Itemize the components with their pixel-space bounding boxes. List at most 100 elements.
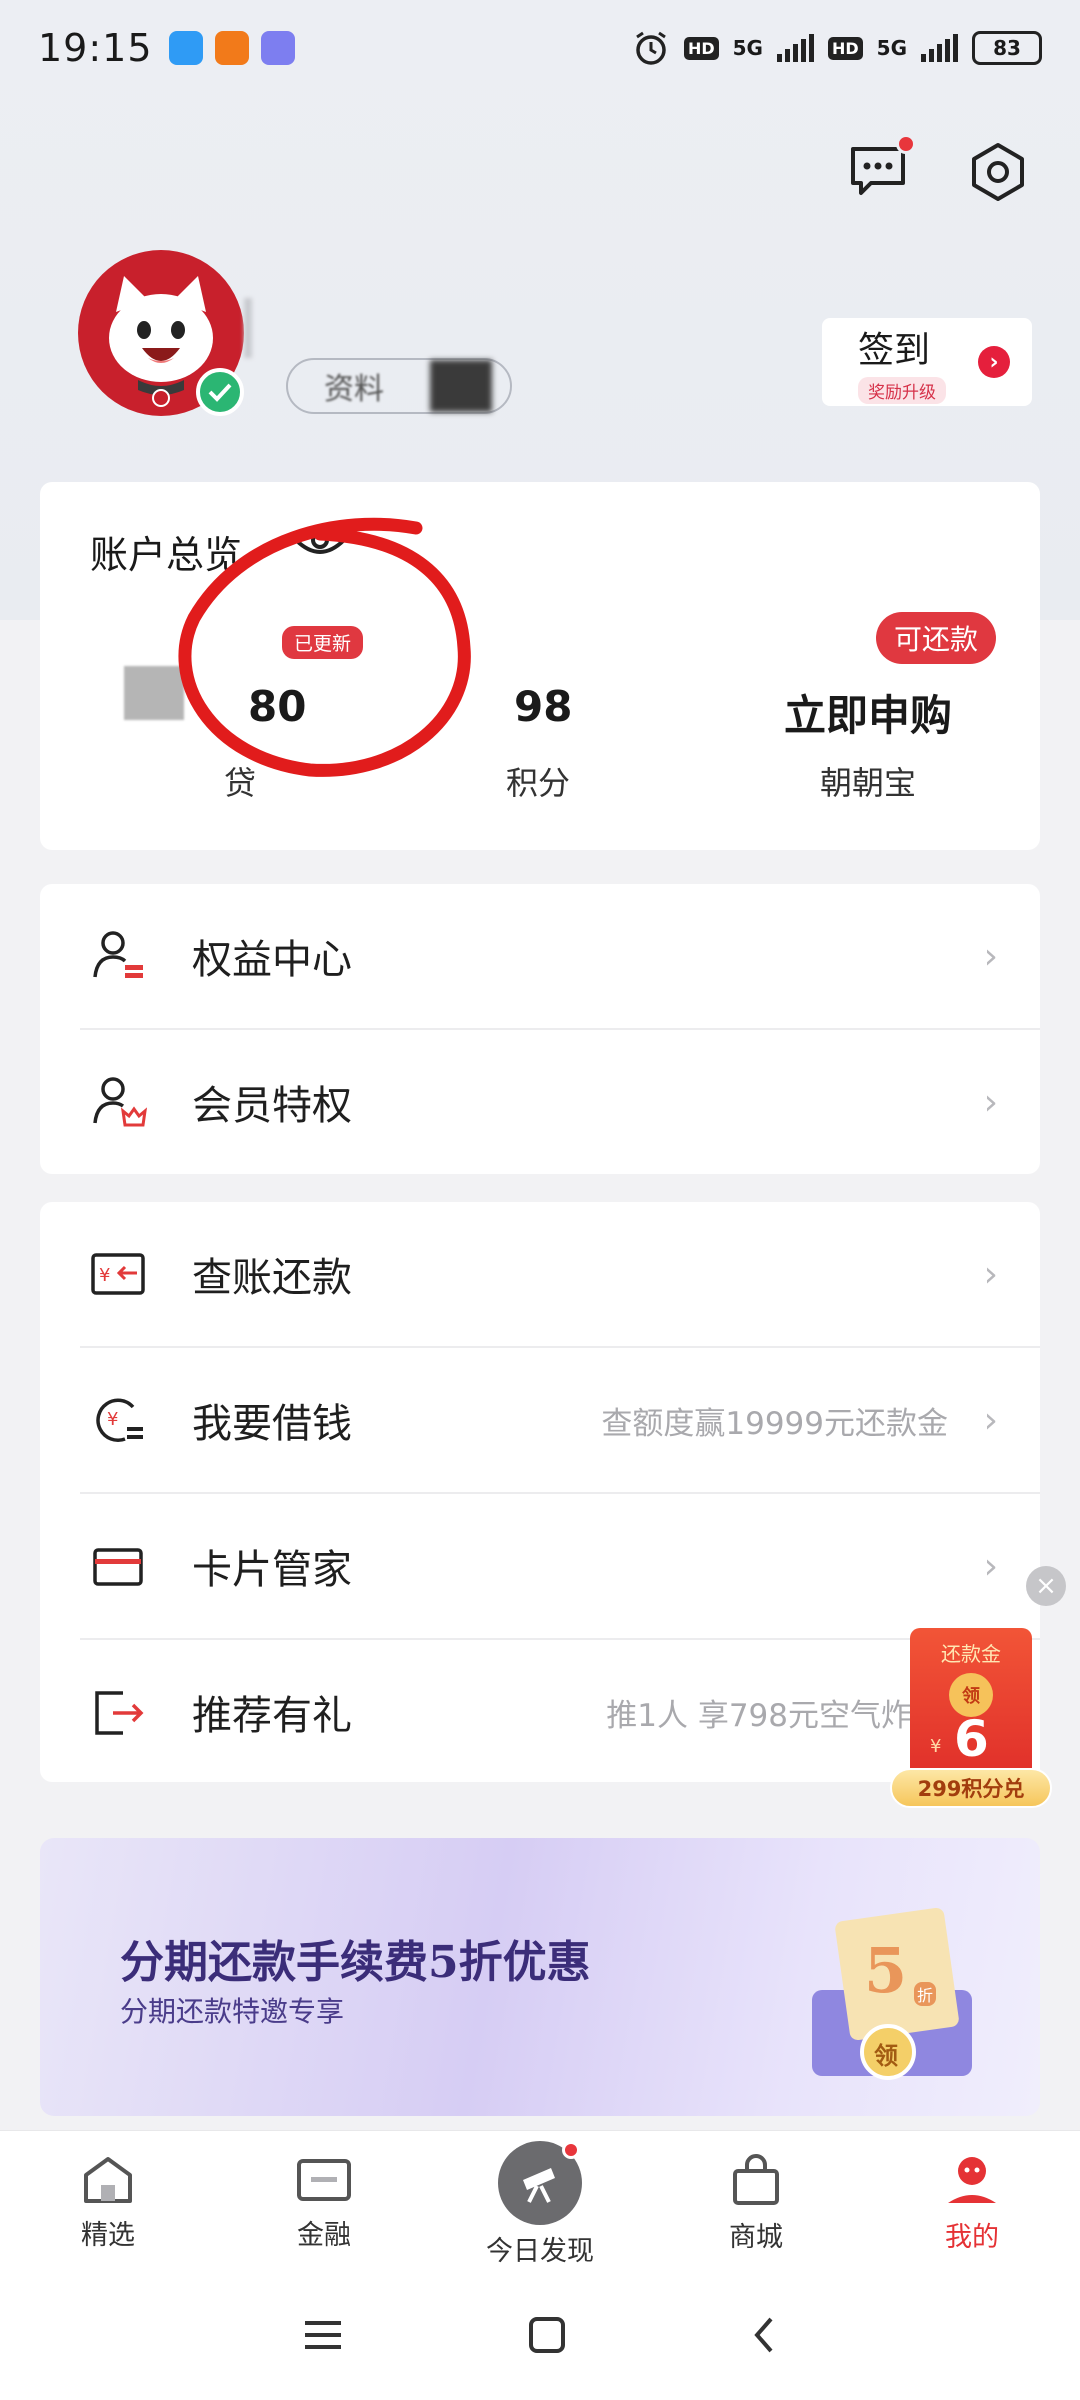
redacted-block xyxy=(430,360,492,412)
packet-title: 还款金 xyxy=(941,1642,1001,1666)
discover-disc xyxy=(498,2141,582,2225)
chevron-right-icon: › xyxy=(983,1545,998,1587)
bottom-tab-bar: 精选 金融 今日发现 商城 我的 xyxy=(0,2130,1080,2270)
menu-item-bill-repayment[interactable]: ¥ 查账还款 › xyxy=(40,1202,1040,1346)
mi-app-icon xyxy=(214,31,249,65)
banner-headline: 分期还款手续费5折优惠 xyxy=(120,1937,591,1988)
stat-value-zhaozhaobao[interactable]: 立即申购 xyxy=(784,682,952,743)
menu-item-borrow-money[interactable]: ¥ 我要借钱 查额度赢19999元还款金 › xyxy=(40,1348,1040,1492)
user-crown-icon xyxy=(88,1072,148,1132)
chevron-right-icon: › xyxy=(983,1399,998,1441)
signin-subtitle: 奖励升级 xyxy=(858,376,946,404)
user-card-icon xyxy=(88,926,148,986)
messages-button[interactable] xyxy=(842,134,916,208)
notification-dot xyxy=(562,2141,580,2159)
chevron-right-icon: › xyxy=(983,1081,998,1123)
share-arrow-icon xyxy=(88,1682,148,1742)
settings-button[interactable] xyxy=(962,136,1034,208)
menu-label: 我要借钱 xyxy=(192,1401,352,1447)
menu-label: 查账还款 xyxy=(192,1255,352,1301)
menu-icon[interactable] xyxy=(301,2317,345,2353)
bill-card-icon: ¥ xyxy=(88,1244,148,1304)
status-time: 19:15 xyxy=(38,26,153,70)
svg-text:¥: ¥ xyxy=(107,1409,118,1430)
signin-title: 签到 xyxy=(858,329,931,371)
chevron-right-icon: › xyxy=(983,935,998,977)
verified-badge xyxy=(196,368,244,416)
settings-icon xyxy=(972,143,1024,201)
signin-button[interactable]: 签到 奖励升级 › xyxy=(822,318,1032,406)
menu-item-referral-gift[interactable]: 推荐有礼 推1人 享798元空气炸 xyxy=(40,1640,1040,1784)
svg-text:¥: ¥ xyxy=(99,1265,110,1286)
updated-badge: 已更新 xyxy=(282,626,364,659)
app-notification-icon xyxy=(260,31,295,65)
chevron-right-icon: › xyxy=(978,346,1010,378)
menu-label: 卡片管家 xyxy=(192,1547,352,1593)
fade-overlay xyxy=(40,592,80,812)
ticket-claim-button: 领 xyxy=(874,2042,898,2070)
packet-currency: ¥ xyxy=(930,1736,942,1757)
tab-featured[interactable]: 精选 xyxy=(0,2131,216,2270)
ticket-number: 5 xyxy=(864,1934,908,2007)
checkmark-icon xyxy=(208,383,232,402)
banner-subline: 分期还款特邀专享 xyxy=(120,1995,345,2028)
loan-coin-icon: ¥ xyxy=(88,1390,148,1450)
chevron-right-icon: › xyxy=(983,1253,998,1295)
account-overview-card: 账户总览 已更新 可还款 80 贷 98 积分 立即申购 朝朝宝 xyxy=(40,482,1040,850)
eye-icon[interactable] xyxy=(292,520,348,560)
tab-label: 精选 xyxy=(81,2220,135,2251)
battery-indicator: 83 xyxy=(972,31,1042,65)
home-icon xyxy=(84,2157,132,2203)
close-icon[interactable]: × xyxy=(1026,1566,1066,1606)
back-icon[interactable] xyxy=(749,2313,779,2357)
redacted-value xyxy=(124,666,184,720)
redacted-name xyxy=(244,298,252,358)
hd-icon: HD xyxy=(683,36,719,60)
account-title: 账户总览 xyxy=(90,533,243,577)
home-square-icon[interactable] xyxy=(527,2315,567,2355)
stat-value-points[interactable]: 98 xyxy=(514,682,572,731)
telescope-icon xyxy=(523,2168,555,2203)
status-bar: 19:15 HD 5G HD 5G 83 xyxy=(0,0,1080,96)
network-label: 5G xyxy=(876,36,907,60)
menu-label: 会员特权 xyxy=(192,1083,352,1129)
hd-icon: HD xyxy=(827,36,863,60)
shopping-bag-icon xyxy=(733,2154,779,2205)
points-redeem-pill[interactable]: 299积分兑 xyxy=(890,1768,1052,1808)
profile-chip-label: 资料 xyxy=(324,372,384,407)
menu-label: 权益中心 xyxy=(192,937,352,983)
menu-item-benefits-center[interactable]: 权益中心 › xyxy=(40,884,1040,1028)
network-label: 5G xyxy=(732,36,763,60)
packet-amount: 6 xyxy=(954,1710,989,1768)
repay-badge[interactable]: 可还款 xyxy=(876,612,997,664)
profile-icon xyxy=(948,2157,996,2203)
stat-label-points: 积分 xyxy=(506,764,571,802)
credit-card-icon xyxy=(88,1536,148,1596)
tab-label: 今日发现 xyxy=(486,2236,594,2267)
ticket-unit: 折 xyxy=(914,1982,937,2006)
signal-icon xyxy=(776,34,814,62)
repayment-red-packet[interactable]: 还款金 领 ¥ 6 xyxy=(910,1628,1032,1778)
alarm-icon xyxy=(636,31,666,65)
tab-finance[interactable]: 金融 xyxy=(216,2131,432,2270)
menu-label: 推荐有礼 xyxy=(192,1693,352,1739)
tab-label: 金融 xyxy=(297,2220,351,2251)
tab-mall[interactable]: 商城 xyxy=(648,2131,864,2270)
app-notification-icon xyxy=(168,31,203,65)
signal-icon xyxy=(921,34,958,62)
tab-mine[interactable]: 我的 xyxy=(864,2131,1080,2270)
stat-label-zhaozhaobao: 朝朝宝 xyxy=(820,764,917,802)
installment-promo-banner[interactable]: 分期还款手续费5折优惠 分期还款特邀专享 5 折 领 xyxy=(40,1838,1040,2116)
menu-hint: 推1人 享798元空气炸 xyxy=(606,1697,912,1734)
menu-item-card-manager[interactable]: 卡片管家 › xyxy=(40,1494,1040,1638)
menu-item-member-privileges[interactable]: 会员特权 › xyxy=(40,1030,1040,1174)
wallet-icon xyxy=(297,2159,351,2201)
stat-label-loan: 贷 xyxy=(224,764,257,802)
tab-label: 我的 xyxy=(945,2222,999,2253)
tab-label: 商城 xyxy=(729,2222,783,2253)
system-navigation-bar xyxy=(0,2270,1080,2400)
unread-dot xyxy=(896,134,916,154)
stat-value-loan[interactable]: 80 xyxy=(248,682,306,731)
menu-hint: 查额度赢19999元还款金 xyxy=(601,1405,948,1442)
tab-discover[interactable]: 今日发现 xyxy=(432,2131,648,2270)
